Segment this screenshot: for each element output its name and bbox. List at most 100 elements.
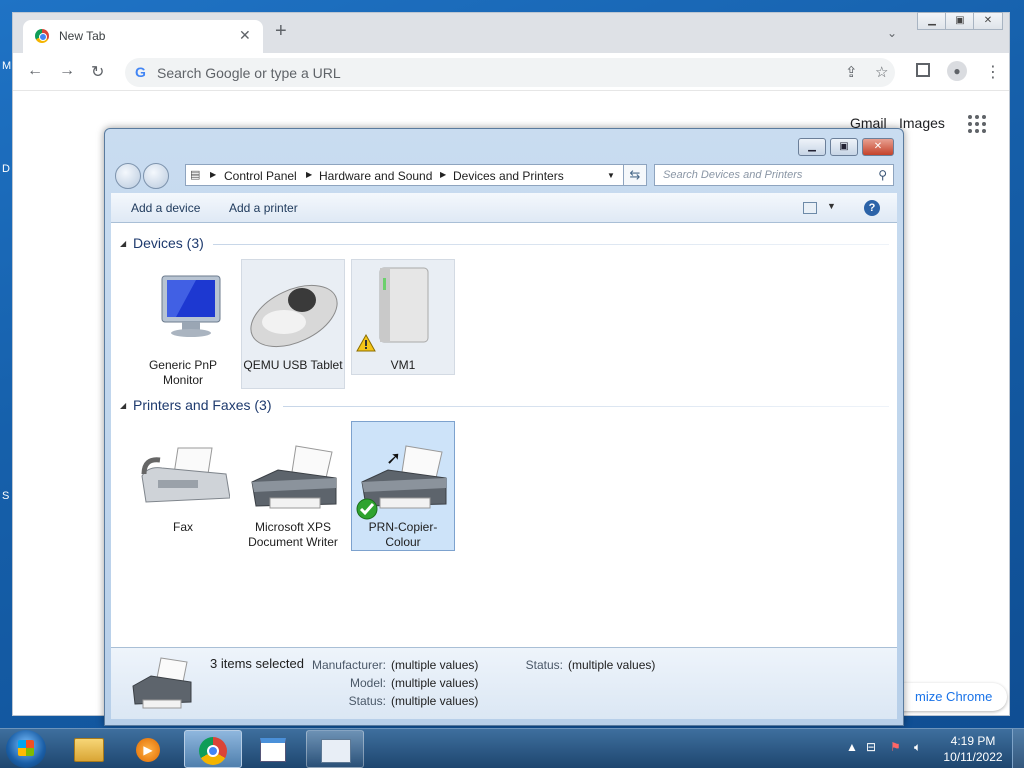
share-icon[interactable]: ⇪ [845, 63, 858, 81]
status-label: Status: [348, 694, 386, 708]
tab-close-icon[interactable]: ✕ [239, 27, 251, 44]
search-placeholder: Search Devices and Printers [663, 169, 803, 181]
desktop-icon-label: M [2, 60, 12, 72]
bookmark-star-icon[interactable]: ☆ [875, 63, 888, 81]
group-divider [213, 244, 889, 245]
control-panel-icon: ▤ [190, 169, 201, 181]
media-player-icon: ▶ [136, 738, 160, 762]
command-bar: Add a device Add a printer ▼ ? [111, 193, 897, 223]
add-device-button[interactable]: Add a device [131, 201, 200, 215]
omnibox[interactable]: G Search Google or type a URL ⇪ ☆ [125, 58, 895, 87]
chrome-menu-icon[interactable]: ⋮ [985, 62, 1001, 82]
view-dropdown-icon[interactable]: ▼ [827, 201, 836, 211]
mouse-icon [250, 284, 338, 348]
tab-title: New Tab [59, 29, 106, 43]
tab-new-tab[interactable]: New Tab ✕ [23, 20, 263, 53]
clock[interactable]: 4:19 PM 10/11/2022 [940, 733, 1006, 765]
refresh-button[interactable]: ⇆ [623, 164, 647, 186]
manufacturer-label: Manufacturer: [311, 658, 386, 672]
omnibox-placeholder: Search Google or type a URL [157, 65, 341, 81]
taskbar-chrome[interactable] [184, 730, 242, 768]
printer-label: Fax [172, 520, 193, 534]
model-value: (multiple values) [391, 676, 479, 690]
volume-icon[interactable]: 🔈︎ [914, 740, 921, 755]
images-link[interactable]: Images [899, 115, 945, 131]
printer-icon [132, 657, 192, 709]
details-pane: 3 items selected Manufacturer: (multiple… [111, 647, 897, 719]
clock-time: 4:19 PM [950, 734, 996, 748]
network-icon[interactable]: ⊟ [866, 740, 876, 754]
reload-icon[interactable]: ↻ [91, 62, 104, 82]
manufacturer-value: (multiple values) [391, 658, 479, 672]
address-dropdown-icon[interactable]: ▼ [607, 171, 615, 180]
explorer-minimize-button[interactable]: ▁ [798, 138, 826, 156]
taskbar-devices-printers[interactable] [306, 730, 364, 768]
breadcrumb-devices-printers[interactable]: Devices and Printers [453, 169, 564, 183]
group-divider [283, 406, 889, 407]
printers-group-header[interactable]: Printers and Faxes (3) [133, 397, 272, 413]
taskbar-media-player[interactable]: ▶ [120, 730, 178, 768]
chrome-toolbar: ← → ↻ G Search Google or type a URL ⇪ ☆ … [13, 53, 1009, 91]
breadcrumb-arrow-icon[interactable]: ▶ [440, 170, 446, 179]
customize-chrome-button[interactable]: mize Chrome [889, 683, 1007, 711]
google-apps-icon[interactable] [968, 115, 986, 133]
tab-search-chevron-icon[interactable]: ⌄ [887, 26, 897, 40]
printer-microsoft-xps[interactable]: Microsoft XPS Document Writer [241, 421, 345, 551]
show-desktop-button[interactable] [1012, 729, 1024, 768]
status-value: (multiple values) [568, 658, 656, 672]
profile-icon[interactable]: ● [947, 61, 967, 81]
maximize-button[interactable]: ▣ [945, 12, 975, 30]
warning-icon [356, 334, 376, 352]
minimize-button[interactable]: ▁ [917, 12, 947, 30]
device-label: Generic PnP Monitor [148, 358, 218, 387]
device-vm1[interactable]: VM1 [351, 259, 455, 375]
breadcrumb-control-panel[interactable]: Control Panel [224, 169, 297, 183]
devices-group-header[interactable]: Devices (3) [133, 235, 204, 251]
help-icon[interactable]: ? [864, 200, 880, 216]
device-label: QEMU USB Tablet [243, 358, 343, 372]
back-icon[interactable]: ← [27, 62, 43, 80]
mouse-cursor-icon: ➚ [386, 448, 402, 468]
address-bar[interactable]: ▤ ▶ Control Panel ▶ Hardware and Sound ▶… [185, 164, 645, 186]
breadcrumb-hardware-sound[interactable]: Hardware and Sound [319, 169, 432, 183]
search-icon[interactable]: ⚲ [878, 168, 887, 182]
show-hidden-icons[interactable]: ▲ [846, 740, 858, 754]
taskbar-windows-explorer[interactable] [60, 730, 118, 768]
printer-label: Microsoft XPS Document Writer [248, 520, 338, 549]
desktop-icon-label: S [2, 490, 10, 502]
new-tab-button[interactable]: + [275, 21, 287, 41]
printer-prn-copier-colour[interactable]: ➚ PRN-Copier-Colour [351, 421, 455, 551]
close-button[interactable]: ✕ [973, 12, 1003, 30]
collapse-printers-icon[interactable]: ◢ [120, 401, 126, 410]
forward-icon[interactable]: → [59, 62, 75, 80]
chrome-icon [199, 737, 227, 765]
printer-fax[interactable]: Fax [131, 421, 235, 551]
monitor-icon [161, 275, 221, 337]
breadcrumb-arrow-icon[interactable]: ▶ [210, 170, 216, 179]
collapse-devices-icon[interactable]: ◢ [120, 239, 126, 248]
windows-explorer-icon [74, 738, 104, 762]
back-button[interactable] [115, 163, 141, 189]
devices-content-pane: ◢ Devices (3) Generic PnP Monitor QEMU U… [111, 223, 897, 647]
notepad-icon [260, 738, 286, 762]
fax-icon [141, 447, 230, 503]
google-icon: G [135, 64, 146, 80]
add-printer-button[interactable]: Add a printer [229, 201, 298, 215]
status-value: (multiple values) [391, 694, 479, 708]
taskbar-notepad[interactable] [244, 730, 302, 768]
search-input[interactable]: Search Devices and Printers ⚲ [654, 164, 894, 186]
start-button[interactable] [6, 730, 46, 768]
explorer-maximize-button[interactable]: ▣ [830, 138, 858, 156]
side-panel-icon[interactable] [916, 63, 930, 77]
forward-button[interactable] [143, 163, 169, 189]
breadcrumb-arrow-icon[interactable]: ▶ [306, 170, 312, 179]
device-generic-pnp-monitor[interactable]: Generic PnP Monitor [131, 259, 235, 389]
device-qemu-usb-tablet[interactable]: QEMU USB Tablet [241, 259, 345, 389]
change-view-icon[interactable] [803, 202, 817, 214]
explorer-close-button[interactable]: ✕ [862, 138, 894, 156]
devices-printers-window: ▁ ▣ ✕ ▤ ▶ Control Panel ▶ Hardware and S… [104, 128, 904, 726]
action-center-icon[interactable]: ⚑ [890, 740, 901, 754]
default-check-icon [356, 498, 378, 520]
devices-printers-icon [321, 739, 351, 763]
taskbar: ▶ ▲ ⊟ ⚑ 🔈︎ 4:19 PM 10/11/2022 [0, 728, 1024, 768]
